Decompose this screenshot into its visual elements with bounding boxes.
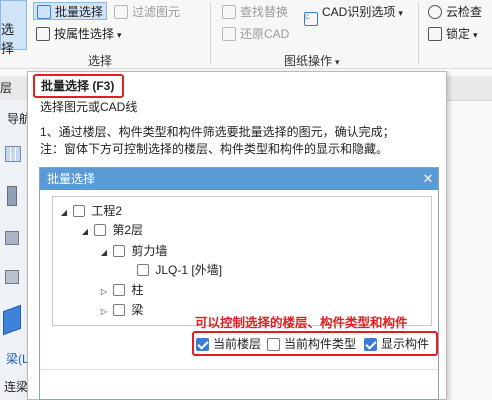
batch-select-button[interactable]: 批量选择 (33, 2, 108, 20)
option-current-floor[interactable]: 当前楼层 (196, 337, 261, 351)
ribbon-divider (210, 2, 211, 64)
drawing-ops-group-label: 图纸操作 ▾ (284, 54, 340, 68)
floor-selector[interactable]: 层 (0, 76, 27, 101)
cloud-check-button[interactable]: 云检查 (428, 3, 482, 21)
option-show-components[interactable]: 显示构件 (364, 337, 429, 351)
tree-node-floor[interactable]: ◢ 第2层 (79, 221, 143, 239)
expand-toggle-icon[interactable]: ◢ (58, 204, 70, 222)
annotation-callout: 可以控制选择的楼层、构件类型和构件 (195, 316, 408, 330)
cad-options-button[interactable]: C CAD识别选项 ▾ (304, 3, 403, 26)
current-type-checkbox[interactable] (267, 338, 280, 351)
dialog-divider (40, 369, 438, 370)
select-button-label: 选择 (1, 22, 15, 56)
tooltip-subtitle: 选择图元或CAD线 (40, 100, 138, 114)
chevron-down-icon: ▾ (398, 8, 403, 18)
expand-toggle-icon[interactable]: ▷ (98, 283, 110, 301)
filter-elements-button[interactable]: 过滤图元 (114, 3, 180, 21)
chevron-down-icon: ▾ (335, 57, 340, 67)
show-components-checkbox[interactable] (364, 338, 377, 351)
select-by-attribute-button[interactable]: 按属性选择 ▾ (36, 25, 122, 43)
column-icon[interactable] (7, 186, 17, 206)
tree-checkbox[interactable] (113, 304, 126, 316)
tree-node-shear-wall[interactable]: ◢ 剪力墙 (98, 242, 167, 260)
tree-node-column[interactable]: ▷ 柱 (98, 281, 143, 299)
filter-icon (114, 5, 128, 19)
toolbar-strip (447, 76, 492, 101)
find-replace-icon (222, 5, 236, 19)
tree-node-beam[interactable]: ▷ 梁 (98, 301, 143, 319)
lock-button[interactable]: 锁定 ▾ (428, 25, 478, 43)
chevron-down-icon: ▾ (473, 30, 478, 40)
grid-icon[interactable] (5, 146, 21, 162)
tree-node-project[interactable]: ◢ 工程2 (58, 202, 122, 220)
lock-icon (428, 27, 442, 41)
ribbon-divider (418, 2, 419, 64)
current-floor-checkbox[interactable] (196, 338, 209, 351)
select-group-label: 选择 (88, 54, 113, 68)
slab-icon[interactable] (5, 270, 19, 284)
tooltip-desc-1: 1、通过楼层、构件类型和构件筛选要批量选择的图元，确认完成； (40, 125, 395, 139)
attribute-icon (36, 27, 50, 41)
wall-icon[interactable] (5, 231, 19, 245)
expand-toggle-icon[interactable]: ◢ (98, 244, 110, 262)
expand-toggle-icon[interactable]: ◢ (79, 223, 91, 241)
option-current-type[interactable]: 当前构件类型 (267, 337, 356, 351)
tree-checkbox[interactable] (113, 245, 126, 257)
tree-checkbox[interactable] (94, 224, 107, 236)
expand-toggle-icon[interactable]: ▷ (98, 303, 110, 321)
tooltip-title: 批量选择 (F3) (33, 74, 124, 98)
close-icon[interactable]: ✕ (418, 168, 438, 190)
cloud-check-icon (428, 5, 442, 19)
batch-select-icon (37, 5, 51, 19)
restore-cad-icon (222, 27, 236, 41)
dialog-title: 批量选择 (40, 168, 438, 190)
restore-cad-button[interactable]: 还原CAD (222, 25, 289, 43)
cad-icon: C (304, 12, 318, 26)
tree-node-jlq1[interactable]: JLQ-1 [外墙] (122, 261, 222, 279)
tree-checkbox[interactable] (137, 264, 150, 276)
find-replace-button[interactable]: 查找替换 (222, 3, 288, 21)
tree-checkbox[interactable] (113, 284, 126, 296)
tree-checkbox[interactable] (73, 205, 86, 217)
tooltip-desc-2: 注：窗体下方可控制选择的楼层、构件类型和构件的显示和隐藏。 (40, 142, 389, 156)
select-button[interactable]: 选择 (0, 0, 27, 56)
chevron-down-icon: ▾ (117, 30, 122, 40)
